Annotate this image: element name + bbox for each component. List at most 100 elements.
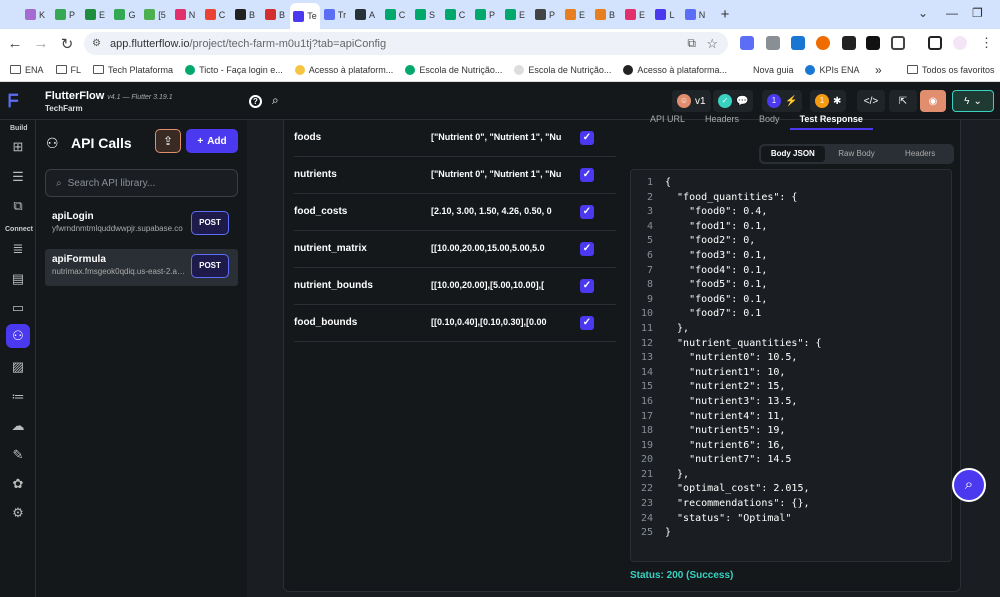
response-tab[interactable]: Test Response [789,114,873,130]
response-subtab[interactable]: Raw Body [825,146,889,162]
extension-icon[interactable] [866,36,880,50]
response-subtab[interactable]: Body JSON [761,146,825,162]
browser-tab[interactable]: [5 [140,4,170,26]
variable-value[interactable]: [[10.00,20.00,15.00,5.00,5.0 [431,243,563,253]
test-icon[interactable]: ✎ [9,446,27,464]
browser-tab[interactable]: B [230,4,260,26]
extension-icon[interactable] [842,36,856,50]
bookmark-item[interactable]: Nova guia [738,64,793,75]
browser-tab[interactable]: E [560,4,590,26]
browser-tab[interactable]: C [440,4,470,26]
variable-value[interactable]: ["Nutrient 0", "Nutrient 1", "Nu [431,132,563,142]
bookmarks-more-icon[interactable]: » [875,63,882,77]
settings-gear-icon[interactable]: ⚙ [9,504,27,522]
bookmark-item[interactable]: Tech Plataforma [93,65,173,75]
browser-tab[interactable]: G [110,4,140,26]
variable-value[interactable]: ["Nutrient 0", "Nutrient 1", "Nu [431,169,563,179]
variable-value[interactable]: [2.10, 3.00, 1.50, 4.26, 0.50, 0 [431,206,563,216]
help-icon[interactable]: ? [249,95,262,108]
browser-tab[interactable]: S [410,4,440,26]
browser-tab[interactable]: A [350,4,380,26]
components-icon[interactable]: ⧉ [9,197,27,215]
extension-icon[interactable] [816,36,830,50]
upload-button[interactable]: ⇪ [155,129,181,153]
response-tab[interactable]: Headers [695,114,749,130]
browser-tab[interactable]: E [500,4,530,26]
extension-icon[interactable] [740,36,754,50]
search-help-button[interactable]: ⌕ [952,468,986,502]
variable-value[interactable]: [[0.10,0.40],[0.10,0.30],[0.00 [431,317,563,327]
browser-tab[interactable]: K [20,4,50,26]
issues-pill[interactable]: 1 ⚡ [762,90,803,112]
media-assets-icon[interactable]: ▨ [9,358,27,376]
bookmark-item[interactable]: FL [55,65,81,75]
bookmark-star-icon[interactable]: ☆ [706,36,718,52]
add-api-button[interactable]: + Add [186,129,238,153]
browser-tab[interactable]: P [50,4,80,26]
browser-tab[interactable]: C [380,4,410,26]
browser-tab[interactable]: L [650,4,680,26]
variable-value[interactable]: [[10.00,20.00],[5.00,10.00],[ [431,280,563,290]
code-view-button[interactable]: </> [857,90,885,112]
api-search-input[interactable]: ⌕ Search API library... [45,169,238,197]
variable-checkbox[interactable]: ✓ [580,205,594,219]
browser-tab[interactable]: N [680,4,710,26]
extensions-puzzle-icon[interactable] [891,36,905,50]
all-bookmarks-button[interactable]: Todos os favoritos [907,65,995,75]
open-external-icon[interactable]: ⧉ [687,36,696,51]
forward-icon[interactable]: → [28,35,54,52]
widget-tree-icon[interactable]: ☰ [9,168,27,186]
variable-checkbox[interactable]: ✓ [580,168,594,182]
firestore-icon[interactable]: ≣ [9,240,27,258]
browser-tab[interactable]: P [470,4,500,26]
browser-tab[interactable]: E [620,4,650,26]
browser-tab[interactable]: Te [290,3,320,29]
browser-tab[interactable]: B [260,4,290,26]
restore-icon[interactable]: ❐ [972,6,983,20]
browser-tab[interactable]: Tr [320,4,350,26]
flutterflow-logo-icon[interactable]: ᖴ [8,91,28,111]
open-external-button[interactable]: ⇱ [889,90,917,112]
extension-icon[interactable] [791,36,805,50]
profile-avatar[interactable] [953,36,967,50]
browser-tab[interactable]: N [170,4,200,26]
cloud-functions-icon[interactable]: ☁ [9,417,27,435]
variable-checkbox[interactable]: ✓ [580,316,594,330]
bookmark-item[interactable]: Escola de Nutrição... [514,64,611,75]
theme-icon[interactable]: ✿ [9,475,27,493]
bookmark-item[interactable]: Ticto - Faça login e... [185,64,283,75]
back-icon[interactable]: ← [2,35,28,52]
preview-button[interactable]: ◉ [920,90,946,112]
browser-tab[interactable]: E [80,4,110,26]
bookmark-item[interactable]: Escola de Nutrição... [405,64,502,75]
reload-icon[interactable]: ↻ [54,35,80,53]
variable-checkbox[interactable]: ✓ [580,131,594,145]
variable-checkbox[interactable]: ✓ [580,242,594,256]
custom-code-icon[interactable]: ≔ [9,388,27,406]
extension-icon[interactable] [766,36,780,50]
window-menu-icon[interactable]: ⌄ [918,6,928,20]
side-panel-icon[interactable] [928,36,942,50]
errors-pill[interactable]: 1 ✱ [810,90,847,112]
browser-tab[interactable]: P [530,4,560,26]
search-icon[interactable]: ⌕ [272,93,279,108]
bookmark-item[interactable]: ENA [10,65,44,75]
data-schema-icon[interactable]: ▤ [9,270,27,288]
validation-pill[interactable]: ✓ 💬 [713,90,754,112]
minimize-icon[interactable]: — [946,6,958,20]
api-list-item-login[interactable]: apiLogin yfwrndnmtmlquddwwpjr.supabase.c… [45,206,238,243]
browser-tab[interactable]: B [590,4,620,26]
browser-menu-icon[interactable]: ⋮ [980,35,993,51]
api-calls-icon[interactable]: ⚇ [6,324,30,348]
variable-checkbox[interactable]: ✓ [580,279,594,293]
branch-pill[interactable]: ☺ v1 [672,90,711,112]
api-list-item-formula[interactable]: apiFormula nutrimax.fmsgeok0qdiq.us-east… [45,249,238,286]
site-info-icon[interactable]: ⚙ [92,38,101,49]
browser-tab[interactable]: C [200,4,230,26]
response-subtab[interactable]: Headers [888,146,952,162]
add-page-icon[interactable]: ⊞ [9,138,27,156]
response-tab[interactable]: Body [749,114,790,130]
bookmark-item[interactable]: KPIs ENA [805,64,860,75]
bookmark-item[interactable]: Acesso à plataforma... [623,64,727,75]
response-tab[interactable]: API URL [640,114,695,130]
